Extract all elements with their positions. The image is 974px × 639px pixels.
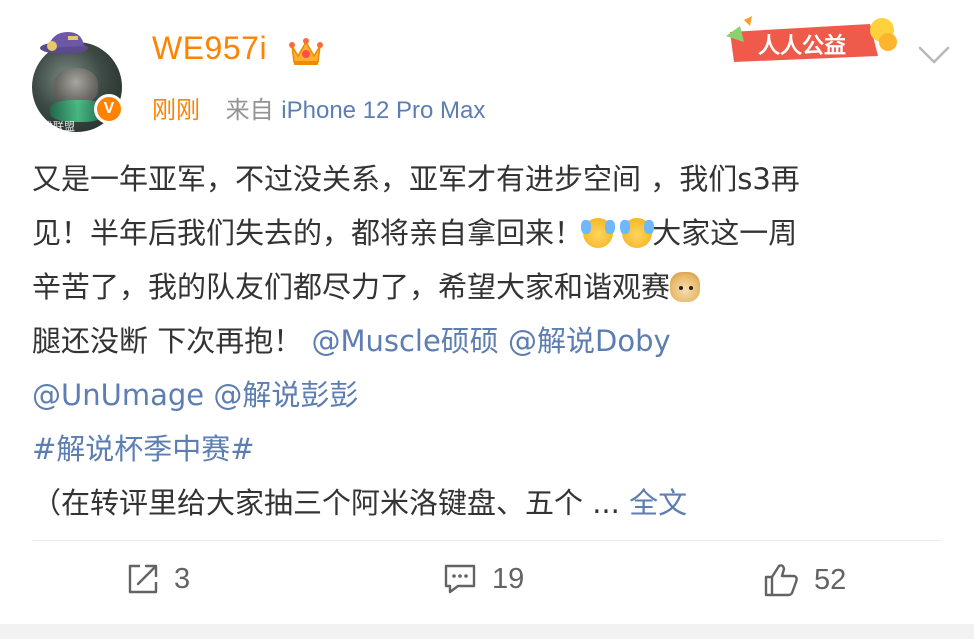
avatar-cat <box>54 68 98 104</box>
avatar-text: 雄联盟 <box>42 120 75 132</box>
repost-icon <box>128 564 158 594</box>
avatar[interactable]: 雄联盟 V <box>32 28 128 132</box>
post-time: 刚刚 <box>152 96 200 124</box>
content-line-4-text: 腿还没断 下次再抱！ <box>32 324 303 358</box>
content-line-2: 见！半年后我们失去的，都将亲自拿回来！ 大家这一周 <box>32 206 932 260</box>
weibo-post-card: 雄联盟 V WE957i 刚刚 来自 iPhone 12 Pro Max 人人公… <box>0 0 974 639</box>
footer-divider <box>32 540 942 541</box>
content-line-1: 又是一年亚军，不过没关系，亚军才有进步空间 ，我们s3再 <box>32 162 800 196</box>
mention-link[interactable]: @UnUmage <box>32 378 204 412</box>
like-button[interactable]: 52 <box>762 562 846 598</box>
content-line-3: 辛苦了，我的队友们都尽力了，希望大家和谐观赛 <box>32 260 932 314</box>
repost-button[interactable]: 3 <box>126 562 190 596</box>
chevron-down-icon[interactable] <box>916 40 952 70</box>
content-line-6: #解说杯季中赛# <box>32 422 932 476</box>
mention-link[interactable]: @解说彭彭 <box>213 378 358 412</box>
comment-icon <box>444 564 476 594</box>
content-line-7-text: （在转评里给大家抽三个阿米洛键盘、五个 ... <box>32 486 620 520</box>
repost-count: 3 <box>174 562 191 595</box>
full-text-link[interactable]: 全文 <box>629 486 687 520</box>
charity-badge[interactable]: 人人公益 <box>720 12 906 70</box>
username[interactable]: WE957i <box>152 30 267 67</box>
avatar-hat-icon <box>40 32 88 54</box>
content-line-2-text: 见！半年后我们失去的，都将亲自拿回来！ <box>32 216 584 250</box>
comment-button[interactable]: 19 <box>442 562 524 596</box>
post-content: 又是一年亚军，不过没关系，亚军才有进步空间 ，我们s3再 见！半年后我们失去的，… <box>32 152 932 530</box>
mention-link[interactable]: @Muscle硕硕 <box>311 324 498 358</box>
comment-count: 19 <box>492 562 525 595</box>
content-line-5: @UnUmage @解说彭彭 <box>32 368 932 422</box>
doge-emoji-icon <box>670 272 701 302</box>
content-line-3-text: 辛苦了，我的队友们都尽力了，希望大家和谐观赛 <box>32 270 671 304</box>
hands-raised-emoji-icon <box>581 218 616 248</box>
source-prefix: 来自 <box>225 96 274 124</box>
hands-raised-emoji-icon <box>620 218 655 248</box>
crown-icon[interactable] <box>288 34 324 68</box>
post-meta: 刚刚 来自 iPhone 12 Pro Max <box>152 90 485 125</box>
verified-badge: V <box>94 94 124 124</box>
post-device[interactable]: iPhone 12 Pro Max <box>281 97 485 124</box>
mention-link[interactable]: @解说Doby <box>508 324 671 358</box>
bottom-separator <box>0 624 974 639</box>
like-icon <box>764 564 798 597</box>
content-line-4: 腿还没断 下次再抱！ @Muscle硕硕 @解说Doby <box>32 314 932 368</box>
charity-label: 人人公益 <box>758 34 847 59</box>
content-line-2-tail: 大家这一周 <box>652 216 798 250</box>
content-line-7: （在转评里给大家抽三个阿米洛键盘、五个 ... 全文 <box>32 476 932 530</box>
post-actions-bar: 3 19 52 <box>0 556 974 612</box>
topic-hashtag-link[interactable]: #解说杯季中赛# <box>32 432 255 466</box>
like-count: 52 <box>814 563 847 596</box>
